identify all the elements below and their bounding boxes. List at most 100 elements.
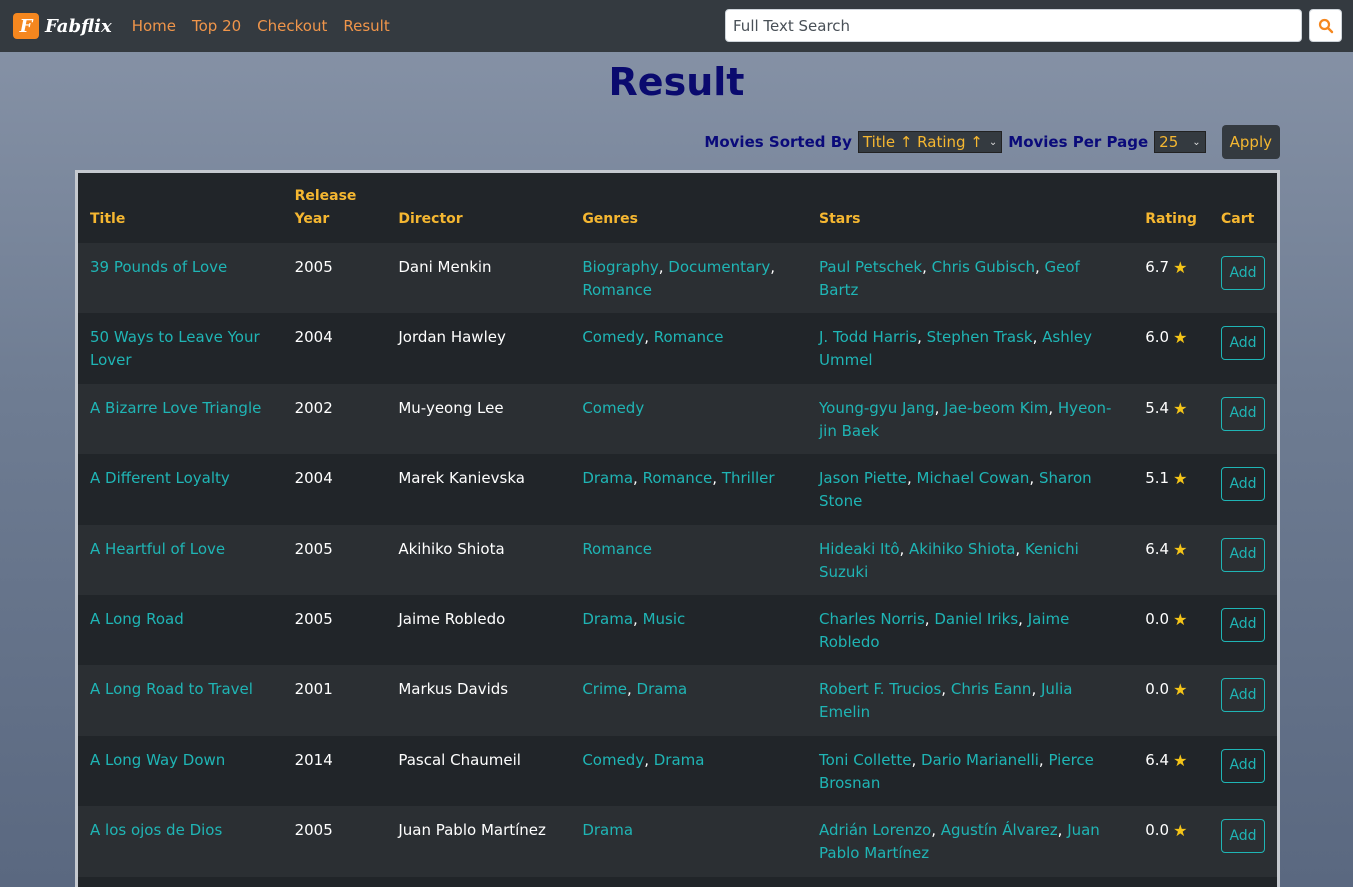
nav-link-home[interactable]: Home — [132, 17, 176, 35]
star-link[interactable]: Hideaki Itô — [819, 540, 900, 558]
star-link[interactable]: Daniel Iriks — [934, 610, 1018, 628]
star-link[interactable]: Stephen Trask — [927, 328, 1033, 346]
genre-link[interactable]: Documentary — [668, 258, 770, 276]
nav-link-result[interactable]: Result — [343, 17, 389, 35]
chevron-down-icon: ⌄ — [988, 136, 998, 148]
star-link[interactable]: Adrián Lorenzo — [819, 821, 931, 839]
title-cell: A los ojos de Dios — [78, 806, 283, 876]
header-stars[interactable]: Stars — [807, 173, 1133, 243]
release-year: 2005 — [294, 821, 333, 840]
cart-cell: Add — [1209, 665, 1277, 735]
header-rating[interactable]: Rating — [1133, 173, 1209, 243]
genre-link[interactable]: Biography — [582, 258, 658, 276]
genre-link[interactable]: Comedy — [582, 751, 644, 769]
table-row: A Heartful of Love 2005 Akihiko Shiota Roma… — [78, 524, 1277, 595]
director: Jaime Robledo — [398, 609, 506, 628]
movie-title-link[interactable]: A Long Road — [90, 610, 184, 628]
star-link[interactable]: Chris Eann — [951, 680, 1032, 698]
genre-link[interactable]: Drama — [582, 610, 633, 628]
cart-cell: Add — [1209, 313, 1277, 383]
add-to-cart-button[interactable]: Add — [1221, 467, 1265, 502]
star-icon: ★ — [1173, 258, 1188, 277]
star-link[interactable]: Chris Gubisch — [932, 258, 1035, 276]
add-to-cart-button[interactable]: Add — [1221, 256, 1265, 290]
genre-link[interactable]: Drama — [654, 751, 705, 769]
add-to-cart-button[interactable]: Add — [1221, 537, 1265, 572]
title-cell: A Heartful of Love — [78, 525, 283, 595]
star-link[interactable]: Michael Cowan — [917, 469, 1030, 487]
star-link[interactable]: J. Todd Harris — [819, 328, 917, 346]
director: Mu-yeong Lee — [398, 398, 504, 417]
star-link[interactable]: Young-gyu Jang — [819, 399, 935, 417]
add-to-cart-button[interactable]: Add — [1221, 396, 1265, 431]
table-row: A Long Way Down 2014 Pascal Chaumeil Comedy… — [78, 735, 1277, 807]
rating-cell: 6.7 ★ — [1133, 243, 1209, 313]
genre-link[interactable]: Drama — [637, 680, 688, 698]
genre-link[interactable]: Comedy — [582, 328, 644, 346]
page-title: Result — [608, 60, 745, 104]
sort-controls: Movies Sorted By Title ↑ Rating ↑ ⌄ Movi… — [698, 125, 1280, 159]
movie-title-link[interactable]: A Heartful of Love — [90, 540, 225, 558]
movie-title-link[interactable]: A Bizarre Love Triangle — [90, 399, 261, 417]
header-director[interactable]: Director — [386, 173, 570, 243]
nav-links: Home Top 20 Checkout Result — [132, 17, 406, 35]
movie-title-link[interactable]: A Long Way Down — [90, 751, 225, 769]
star-link[interactable]: Jason Piette — [819, 469, 907, 487]
rating-value: 0.0 — [1145, 609, 1170, 628]
movie-title-link[interactable]: 39 Pounds of Love — [90, 258, 227, 276]
movie-title-link[interactable]: A Long Road to Travel — [90, 680, 253, 698]
search-button[interactable] — [1309, 9, 1342, 42]
genre-link[interactable]: Comedy — [582, 399, 644, 417]
star-link[interactable]: Dario Marianelli — [921, 751, 1039, 769]
star-icon: ★ — [1173, 821, 1188, 841]
table-body: 39 Pounds of Love 2005 Dani Menkin Biograph… — [78, 243, 1277, 877]
star-link[interactable]: Charles Norris — [819, 610, 925, 628]
star-link[interactable]: Jae-beom Kim — [944, 399, 1048, 417]
genre-link[interactable]: Drama — [582, 469, 633, 487]
genre-link[interactable]: Romance — [654, 328, 724, 346]
star-link[interactable]: Paul Petschek — [819, 258, 922, 276]
director: Akihiko Shiota — [398, 539, 505, 558]
cart-cell: Add — [1209, 806, 1277, 876]
star-link[interactable]: Akihiko Shiota — [909, 540, 1015, 558]
director: Pascal Chaumeil — [398, 750, 521, 769]
genre-link[interactable]: Romance — [643, 469, 713, 487]
genre-link[interactable]: Crime — [582, 680, 627, 698]
add-to-cart-button[interactable]: Add — [1221, 678, 1265, 713]
header-release-year[interactable]: Release Year — [283, 173, 387, 243]
per-page-select[interactable]: 25 ⌄ — [1154, 131, 1206, 153]
stars-cell: Hideaki Itô, Akihiko Shiota, Kenichi Suz… — [819, 539, 1079, 581]
movie-title-link[interactable]: 50 Ways to Leave Your Lover — [90, 328, 260, 369]
star-icon: ★ — [1173, 398, 1188, 418]
rating-cell: 0.0 ★ — [1133, 806, 1209, 876]
brand-logo[interactable]: F Fabflix — [13, 13, 112, 39]
add-to-cart-button[interactable]: Add — [1221, 607, 1265, 642]
stars-cell: Paul Petschek, Chris Gubisch, Geof Bartz — [819, 258, 1080, 299]
add-to-cart-button[interactable]: Add — [1221, 326, 1265, 361]
star-link[interactable]: Agustín Álvarez — [941, 821, 1058, 839]
brand-name: Fabflix — [45, 15, 112, 37]
title-cell: A Long Road — [78, 595, 283, 665]
nav-link-checkout[interactable]: Checkout — [257, 17, 327, 35]
sort-select[interactable]: Title ↑ Rating ↑ ⌄ — [857, 131, 1003, 153]
apply-button[interactable]: Apply — [1221, 125, 1280, 159]
header-title[interactable]: Title — [78, 173, 283, 243]
release-year: 2004 — [294, 469, 333, 488]
header-genres[interactable]: Genres — [570, 173, 807, 243]
search-input[interactable] — [725, 9, 1302, 42]
star-link[interactable]: Toni Collette — [819, 751, 911, 769]
add-to-cart-button[interactable]: Add — [1221, 748, 1265, 783]
genre-link[interactable]: Romance — [582, 281, 652, 299]
star-link[interactable]: Robert F. Trucios — [819, 680, 941, 698]
genre-link[interactable]: Romance — [582, 540, 652, 558]
nav-link-top-20[interactable]: Top 20 — [192, 17, 241, 35]
star-icon: ★ — [1173, 539, 1188, 559]
genre-link[interactable]: Drama — [582, 821, 633, 839]
genre-link[interactable]: Music — [643, 610, 686, 628]
add-to-cart-button[interactable]: Add — [1221, 819, 1265, 854]
genre-link[interactable]: Thriller — [722, 469, 775, 487]
movie-title-link[interactable]: A Different Loyalty — [90, 469, 230, 487]
search-icon — [1318, 18, 1333, 33]
release-year: 2005 — [294, 609, 333, 628]
movie-title-link[interactable]: A los ojos de Dios — [90, 821, 222, 839]
